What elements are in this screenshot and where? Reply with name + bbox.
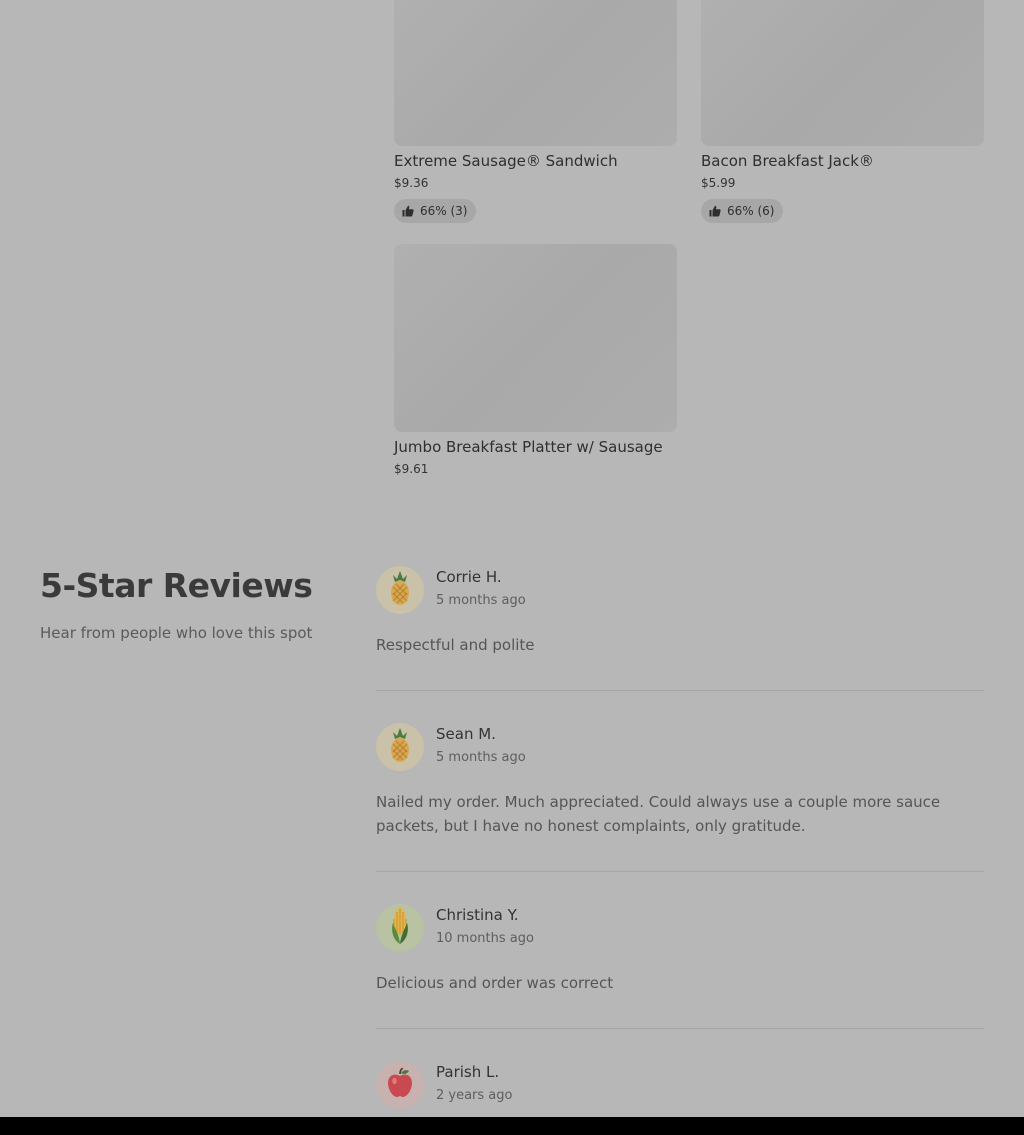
menu-item-card[interactable]: Bacon Breakfast Jack® $5.99 66% (6) xyxy=(701,0,984,223)
review-text: Nailed my order. Much appreciated. Could… xyxy=(376,793,941,835)
review-text: Respectful and polite xyxy=(376,636,535,654)
rating-text: 66% (3) xyxy=(420,204,468,218)
review-item: Parish L. 2 years ago xyxy=(376,1061,984,1109)
menu-item-price: $9.61 xyxy=(394,462,429,476)
reviewer-name: Parish L. xyxy=(436,1063,500,1081)
menu-item-name: Bacon Breakfast Jack® xyxy=(701,152,874,170)
menu-item-price: $9.36 xyxy=(394,176,429,190)
pineapple-icon xyxy=(387,727,413,767)
review-text: Delicious and order was correct xyxy=(376,974,614,992)
menu-item-card[interactable]: Extreme Sausage® Sandwich $9.36 66% (3) xyxy=(394,0,677,223)
review-item: Sean M. 5 months ago Nailed my order. Mu… xyxy=(376,723,984,838)
menu-item-name: Extreme Sausage® Sandwich xyxy=(394,152,618,170)
rating-badge: 66% (3) xyxy=(394,199,477,223)
avatar xyxy=(376,1061,424,1109)
rating-text: 66% (6) xyxy=(727,204,775,218)
menu-item-name: Jumbo Breakfast Platter w/ Sausage xyxy=(394,438,663,456)
reviewer-name: Sean M. xyxy=(436,725,496,743)
review-date: 2 years ago xyxy=(436,1088,513,1103)
menu-item-image xyxy=(701,0,984,146)
thumbs-up-icon xyxy=(402,205,414,217)
bottom-bar xyxy=(0,1117,1024,1135)
review-item: Christina Y. 10 months ago Delicious and… xyxy=(376,904,984,995)
pineapple-icon xyxy=(387,570,413,610)
page-dimmed-overlay: Extreme Sausage® Sandwich $9.36 66% (3) … xyxy=(0,0,1024,1117)
review-date: 10 months ago xyxy=(436,931,534,946)
corn-icon xyxy=(388,907,412,949)
reviews-section-title: 5-Star Reviews xyxy=(40,566,313,605)
review-date: 5 months ago xyxy=(436,750,526,765)
divider xyxy=(376,1028,984,1029)
avatar xyxy=(376,904,424,952)
divider xyxy=(376,871,984,872)
rating-badge: 66% (6) xyxy=(701,199,784,223)
apple-icon xyxy=(386,1067,414,1102)
menu-item-image xyxy=(394,0,677,146)
reviewer-name: Christina Y. xyxy=(436,906,519,924)
menu-item-price: $5.99 xyxy=(701,176,736,190)
reviews-section-subtitle: Hear from people who love this spot xyxy=(40,624,313,642)
avatar xyxy=(376,723,424,771)
menu-item-image xyxy=(394,244,677,432)
menu-item-card[interactable]: Jumbo Breakfast Platter w/ Sausage $9.61 xyxy=(394,244,677,476)
review-item: Corrie H. 5 months ago Respectful and po… xyxy=(376,566,984,657)
avatar xyxy=(376,566,424,614)
review-date: 5 months ago xyxy=(436,593,526,608)
divider xyxy=(376,690,984,691)
thumbs-up-icon xyxy=(709,205,721,217)
reviewer-name: Corrie H. xyxy=(436,568,502,586)
